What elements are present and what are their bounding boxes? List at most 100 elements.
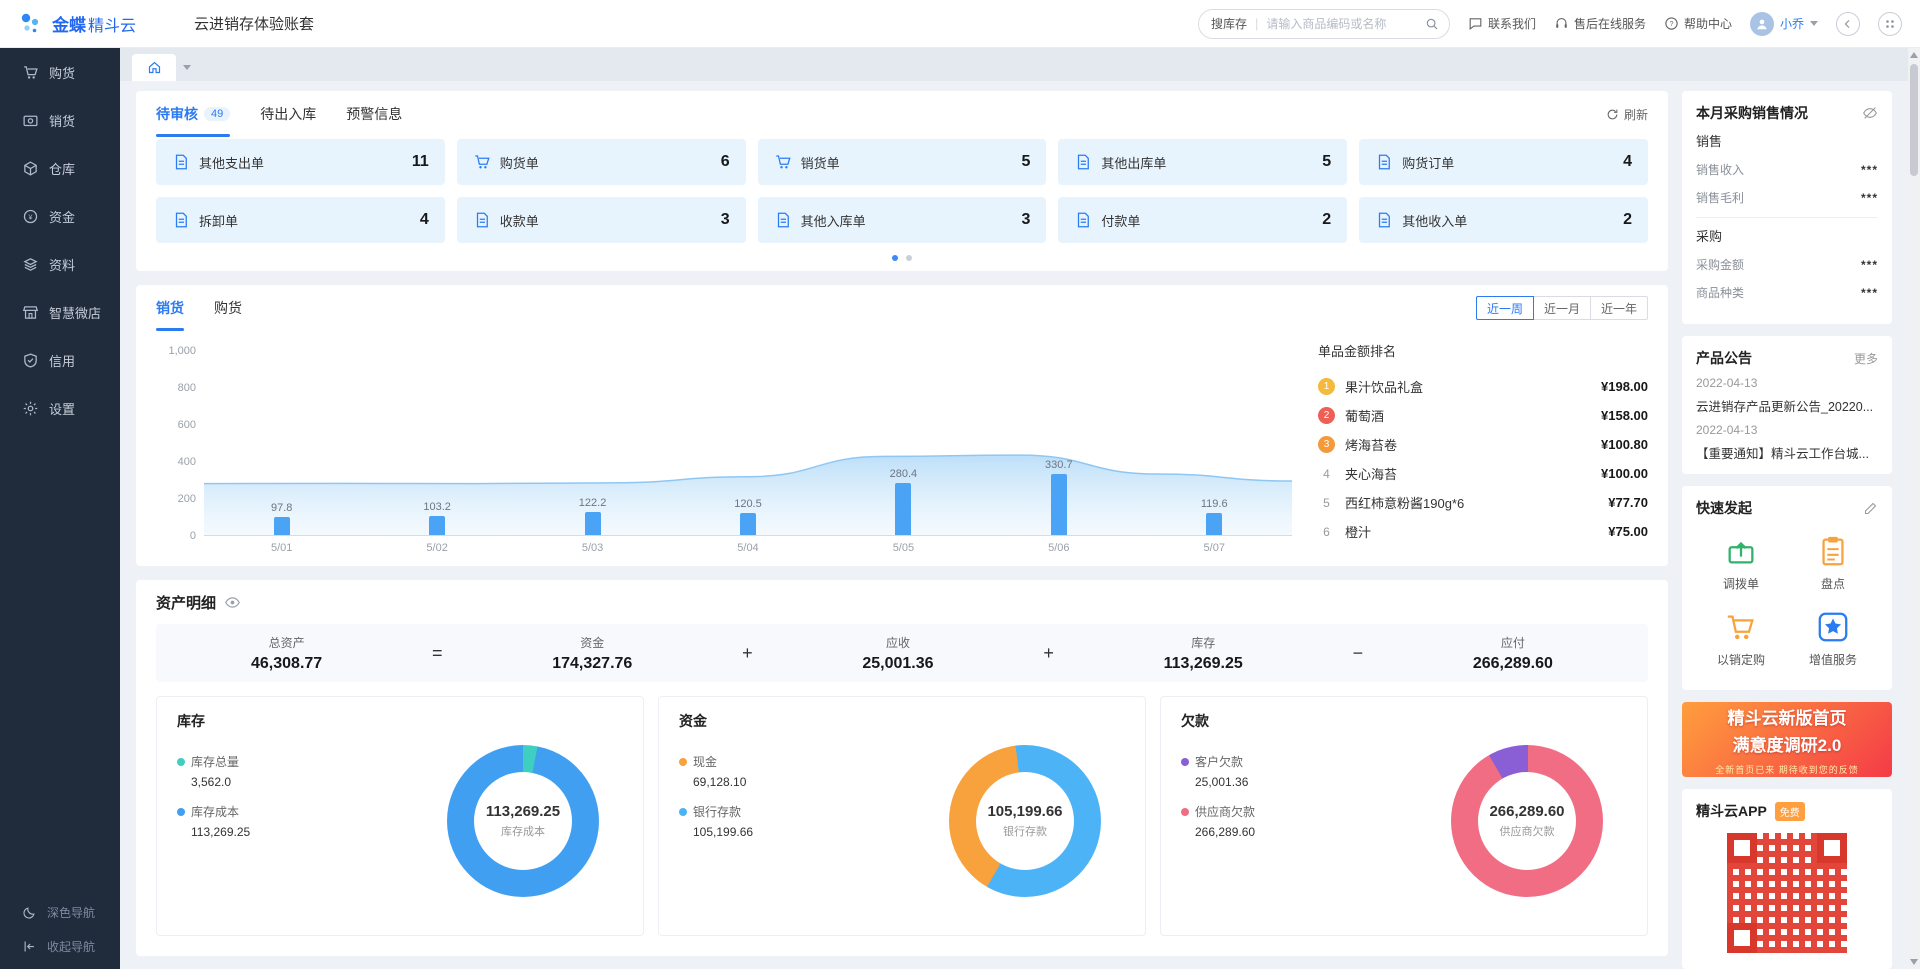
dark-nav-toggle[interactable]: 深色导航 xyxy=(0,895,120,929)
box-icon xyxy=(22,160,39,177)
pager-dot-2[interactable] xyxy=(906,255,912,261)
y-axis: 1,000800 600400 2000 xyxy=(156,331,204,536)
person-icon xyxy=(1755,17,1769,31)
help-center-link[interactable]: ? 帮助中心 xyxy=(1664,15,1732,32)
tab-warning-info[interactable]: 预警信息 xyxy=(346,91,402,137)
sidebar-item-data[interactable]: 资料 xyxy=(0,240,120,288)
sidebar-item-credit[interactable]: 信用 xyxy=(0,336,120,384)
scroll-up-arrow[interactable] xyxy=(1910,52,1918,58)
notice-link[interactable]: 【重要通知】精斗云工作台城... xyxy=(1696,443,1878,462)
window-scrollbar[interactable] xyxy=(1908,48,1920,969)
date-range-switch: 近一周 近一月 近一年 xyxy=(1476,296,1648,320)
todo-tile-other-income[interactable]: 其他收入单 2 xyxy=(1359,197,1648,243)
sidebar-item-micro-store[interactable]: 智慧微店 xyxy=(0,288,120,336)
cart-icon xyxy=(473,153,491,171)
x-axis: 5/015/02 5/035/04 5/055/06 5/07 xyxy=(204,542,1292,554)
eye-off-icon[interactable] xyxy=(1862,105,1878,121)
eye-icon[interactable] xyxy=(224,594,241,611)
inventory-search[interactable]: 搜库存 | xyxy=(1198,9,1450,39)
back-old-version-button[interactable] xyxy=(1836,12,1860,36)
tab-list-dropdown[interactable] xyxy=(176,54,198,81)
tab-pending-approval[interactable]: 待审核 49 xyxy=(156,91,230,137)
sidebar-item-sales[interactable]: 销货 xyxy=(0,96,120,144)
scroll-down-arrow[interactable] xyxy=(1910,959,1918,965)
user-menu[interactable]: 小乔 xyxy=(1750,12,1818,36)
quick-transfer-order[interactable]: 调拨单 xyxy=(1700,534,1782,592)
ranking-row: 6 橙汁 ¥75.00 xyxy=(1318,517,1648,546)
quick-stocktake[interactable]: 盘点 xyxy=(1792,534,1874,592)
todo-tile-purchase-request[interactable]: 购货订单 4 xyxy=(1359,139,1648,185)
tab-purchase[interactable]: 购货 xyxy=(214,285,242,331)
sidebar-item-settings[interactable]: 设置 xyxy=(0,384,120,432)
edit-pencil-icon[interactable] xyxy=(1863,501,1878,516)
plus-sign: + xyxy=(742,643,753,664)
bar-5-06[interactable] xyxy=(1051,474,1067,535)
svg-text:?: ? xyxy=(1670,21,1674,28)
apps-button[interactable] xyxy=(1878,12,1902,36)
collapse-left-icon xyxy=(22,939,37,954)
bill-icon xyxy=(1375,211,1393,229)
shield-icon xyxy=(22,352,39,369)
sidebar-item-warehouse[interactable]: 仓库 xyxy=(0,144,120,192)
search-scope-label[interactable]: 搜库存 xyxy=(1211,15,1247,32)
cart-icon xyxy=(22,64,39,81)
quick-value-added-service[interactable]: 增值服务 xyxy=(1792,610,1874,668)
tab-pending-inout[interactable]: 待出入库 xyxy=(260,91,316,137)
minus-sign: − xyxy=(1353,643,1364,664)
clipboard-icon xyxy=(1816,534,1850,568)
bill-icon xyxy=(1074,153,1092,171)
notice-link[interactable]: 云进销存产品更新公告_20220... xyxy=(1696,396,1878,415)
todo-tile-other-outbound[interactable]: 其他出库单 5 xyxy=(1058,139,1347,185)
headset-icon xyxy=(1554,16,1569,31)
contact-us-link[interactable]: 联系我们 xyxy=(1468,15,1536,32)
bill-icon xyxy=(774,211,792,229)
cart-icon xyxy=(1724,610,1758,644)
todo-tile-sales-order[interactable]: 销货单 5 xyxy=(758,139,1047,185)
logo-text: 金蝶精斗云 xyxy=(52,11,136,36)
home-tab[interactable] xyxy=(132,54,176,81)
survey-banner[interactable]: 精斗云新版首页 满意度调研2.0 全新首页已来 期待收到您的反馈 xyxy=(1682,702,1892,777)
range-week-button[interactable]: 近一周 xyxy=(1476,296,1534,320)
pending-count-badge: 49 xyxy=(204,107,230,121)
bar-5-01[interactable] xyxy=(274,517,290,535)
cart-icon xyxy=(774,153,792,171)
inventory-total: 库存 113,269.25 xyxy=(1164,634,1243,673)
search-input[interactable] xyxy=(1266,17,1425,31)
after-sales-service-link[interactable]: 售后在线服务 xyxy=(1554,15,1646,32)
quick-purchase-by-sales[interactable]: 以销定购 xyxy=(1700,610,1782,668)
sidebar-item-funds[interactable]: ¥ 资金 xyxy=(0,192,120,240)
todo-tile-other-inbound[interactable]: 其他入库单 3 xyxy=(758,197,1047,243)
todo-tile-payment[interactable]: 付款单 2 xyxy=(1058,197,1347,243)
tab-sales[interactable]: 销货 xyxy=(156,285,184,331)
legend-dot xyxy=(679,808,687,816)
search-icon[interactable] xyxy=(1425,17,1439,31)
todo-tile-receipt[interactable]: 收款单 3 xyxy=(457,197,746,243)
bar-5-07[interactable] xyxy=(1206,513,1222,535)
asset-formula-bar: 总资产 46,308.77 = 资金 174,327.76 + 应收 25,00… xyxy=(156,624,1648,682)
todo-tile-purchase-order[interactable]: 购货单 6 xyxy=(457,139,746,185)
bill-icon xyxy=(172,211,190,229)
bar-5-05[interactable] xyxy=(895,483,911,535)
legend-dot xyxy=(177,758,185,766)
bar-5-03[interactable] xyxy=(585,512,601,535)
pager-dot-1[interactable] xyxy=(892,255,898,261)
more-link[interactable]: 更多 xyxy=(1854,350,1878,367)
assets-detail-card: 资产明细 总资产 46,308.77 = 资金 xyxy=(136,580,1668,956)
bar-5-02[interactable] xyxy=(429,516,445,535)
range-month-button[interactable]: 近一月 xyxy=(1533,296,1591,320)
assets-title: 资产明细 xyxy=(156,592,216,613)
bar-series: 97.8 103.2 122.2 120.5 280.4 330.7 119.6 xyxy=(204,350,1292,535)
ranking-row: 5 西红柿意粉酱190g*6 ¥77.70 xyxy=(1318,488,1648,517)
todo-tile-other-expense[interactable]: 其他支出单 11 xyxy=(156,139,445,185)
product-notice-card: 产品公告 更多 2022-04-13 云进销存产品更新公告_20220... 2… xyxy=(1682,336,1892,474)
todo-tile-disassembly[interactable]: 拆卸单 4 xyxy=(156,197,445,243)
refresh-button[interactable]: 刷新 xyxy=(1606,106,1648,123)
quick-launch-card: 快速发起 调拨单 xyxy=(1682,486,1892,690)
scroll-thumb[interactable] xyxy=(1910,64,1918,176)
jdy-logo[interactable]: 金蝶精斗云 xyxy=(18,11,168,37)
gear-icon xyxy=(22,400,39,417)
sidebar-item-purchase[interactable]: 购货 xyxy=(0,48,120,96)
bar-5-04[interactable] xyxy=(740,513,756,535)
range-year-button[interactable]: 近一年 xyxy=(1590,296,1648,320)
collapse-nav-button[interactable]: 收起导航 xyxy=(0,929,120,963)
